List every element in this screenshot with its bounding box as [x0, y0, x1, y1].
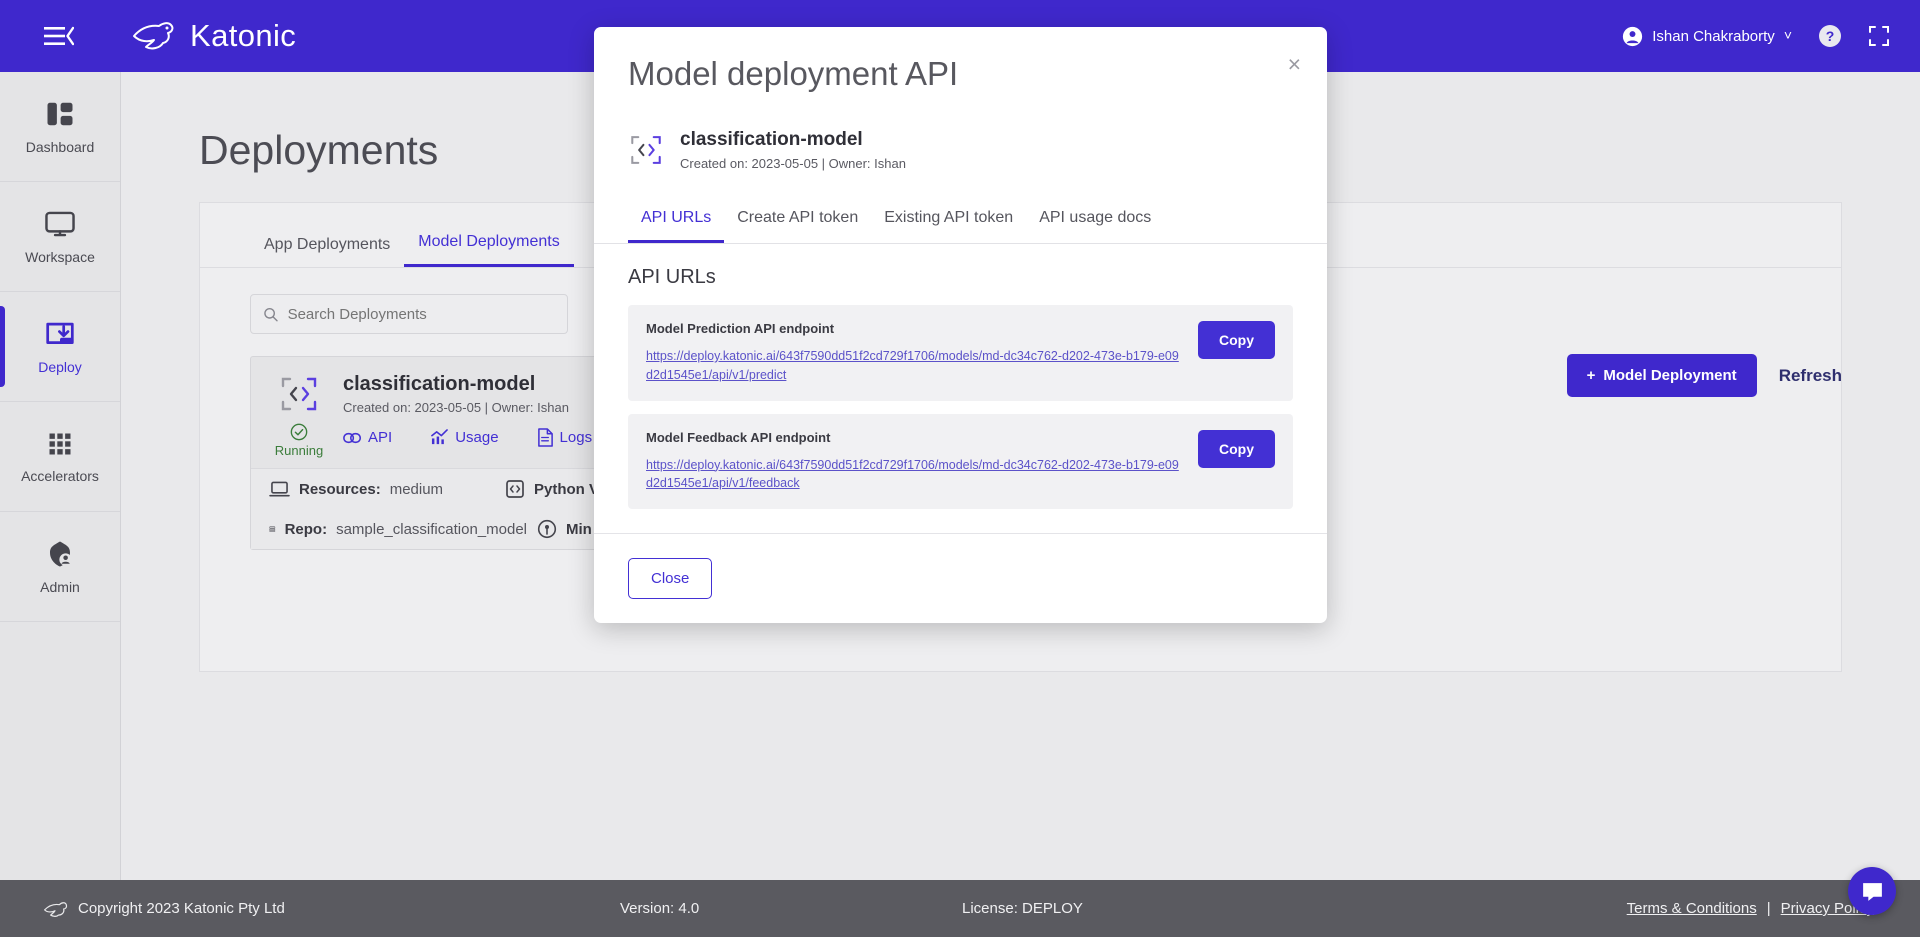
modal-tabs: API URLs Create API token Existing API t… — [594, 199, 1327, 244]
modal-title: Model deployment API — [628, 55, 959, 92]
tab-api-urls[interactable]: API URLs — [628, 199, 725, 243]
section-heading: API URLs — [628, 266, 716, 288]
modal-model-text: classification-model Created on: 2023-05… — [680, 129, 906, 171]
endpoint-main: Model Feedback API endpoint https://depl… — [646, 430, 1180, 494]
tab-create-api-token[interactable]: Create API token — [724, 199, 871, 243]
modal-model-meta: Created on: 2023-05-05 | Owner: Ishan — [680, 156, 906, 171]
app-root: Katonic Ishan Chakraborty ˅ ? Dashboard … — [0, 0, 1920, 937]
close-button[interactable]: Close — [628, 558, 713, 599]
endpoint-label: Model Prediction API endpoint — [646, 321, 835, 336]
modal-body: API URLs Model Prediction API endpoint h… — [594, 244, 1327, 509]
endpoint-label: Model Feedback API endpoint — [646, 429, 831, 445]
model-deployment-api-modal: Model deployment API × classification-mo… — [594, 27, 1327, 623]
modal-header: Model deployment API × — [594, 27, 1327, 93]
endpoint-url[interactable]: https://deploy.katonic.ai/643f7590dd51f2… — [646, 456, 1180, 494]
modal-model-info: classification-model Created on: 2023-05… — [594, 93, 1327, 171]
tab-existing-api-token[interactable]: Existing API token — [871, 199, 1026, 243]
modal-footer: Close — [594, 533, 1327, 623]
endpoint-main: Model Prediction API endpoint https://de… — [646, 321, 1180, 385]
copy-prediction-url-button[interactable]: Copy — [1198, 321, 1275, 359]
code-brackets-icon — [631, 136, 661, 164]
copy-feedback-url-button[interactable]: Copy — [1198, 429, 1275, 468]
tab-api-usage-docs[interactable]: API usage docs — [1026, 199, 1164, 243]
endpoint-card-prediction: Model Prediction API endpoint https://de… — [628, 305, 1293, 401]
modal-model-name: classification-model — [680, 129, 863, 150]
endpoint-url[interactable]: https://deploy.katonic.ai/643f7590dd51f2… — [646, 347, 1180, 385]
close-icon[interactable]: × — [1288, 53, 1301, 76]
endpoint-card-feedback: Model Feedback API endpoint https://depl… — [628, 413, 1293, 509]
